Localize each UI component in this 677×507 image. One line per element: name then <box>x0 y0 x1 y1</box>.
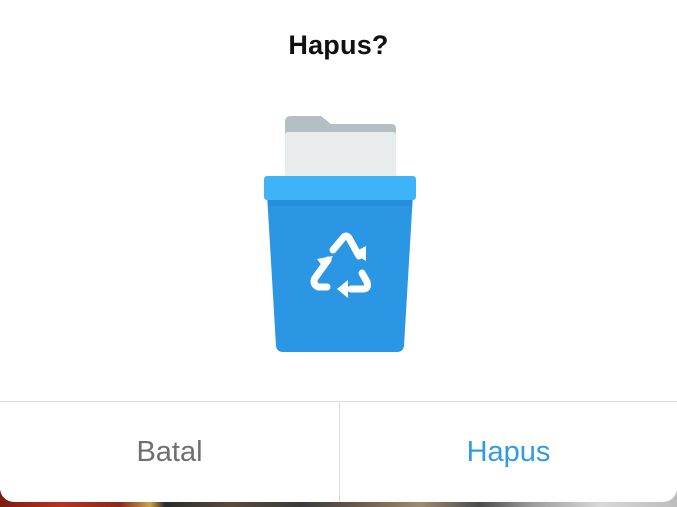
delete-confirm-button[interactable]: Hapus <box>340 402 677 502</box>
dialog-title: Hapus? <box>288 30 389 60</box>
recycle-bin-icon <box>255 110 425 360</box>
delete-confirm-dialog: Hapus? Batal Hapus <box>0 0 677 502</box>
screen: Hapus? Batal Hapus <box>0 0 677 507</box>
cancel-button[interactable]: Batal <box>0 402 339 502</box>
